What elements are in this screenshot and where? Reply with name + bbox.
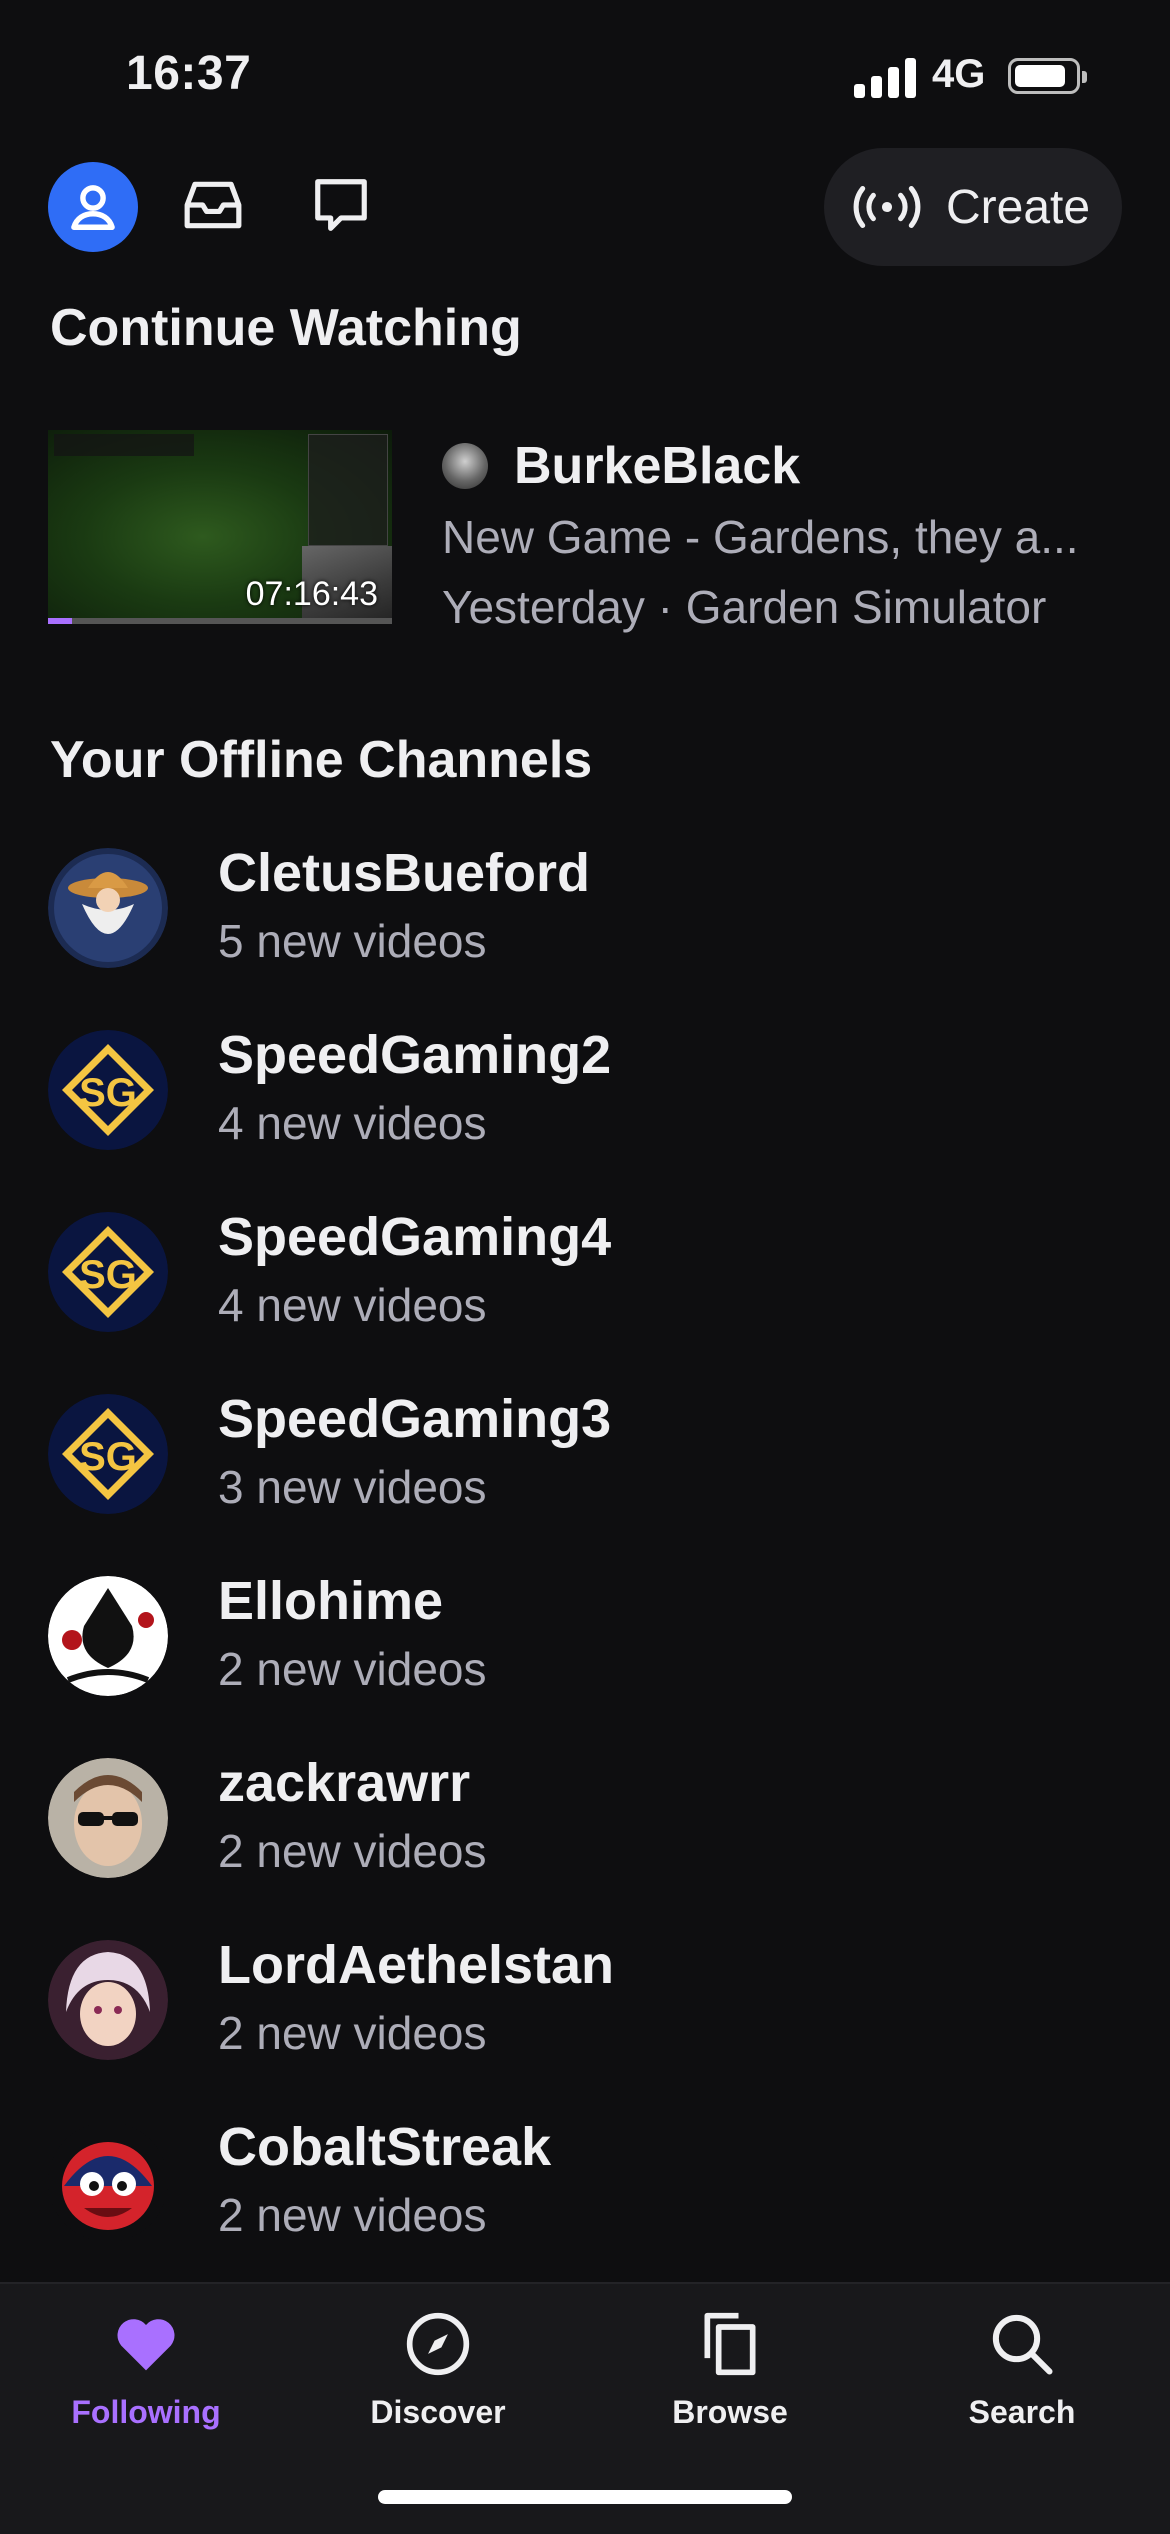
channel-subtitle: 4 new videos (218, 1279, 487, 1331)
offline-channel-list: CletusBueford 5 new videos SG SpeedGamin… (0, 840, 1170, 2296)
watch-progress-fill (48, 618, 73, 624)
svg-text:SG: SG (79, 1071, 137, 1115)
ellohime-avatar (48, 1576, 168, 1696)
game-hud-decoration (54, 434, 194, 456)
video-meta: Yesterday · Garden Simulator (442, 581, 1047, 633)
channel-name: SpeedGaming3 (218, 1389, 612, 1449)
sg-logo-avatar: SG (48, 1212, 168, 1332)
video-duration: 07:16:43 (245, 575, 378, 613)
channel-subtitle: 4 new videos (218, 1097, 487, 1149)
continue-watching-card[interactable]: 07:16:43 BurkeBlack New Game - Gardens, … (48, 430, 1148, 633)
tab-browse[interactable]: Browse (584, 2304, 876, 2464)
continue-watching-title: Continue Watching (50, 299, 522, 357)
sg-logo-avatar: SG (48, 1030, 168, 1150)
tab-label: Following (71, 2394, 221, 2430)
tab-label: Browse (672, 2394, 788, 2430)
tab-search[interactable]: Search (876, 2304, 1168, 2464)
channel-subtitle: 3 new videos (218, 1461, 487, 1513)
video-title: New Game - Gardens, they a... (442, 511, 1079, 563)
svg-text:SG: SG (79, 1253, 137, 1297)
sg-logo-avatar: SG (48, 1394, 168, 1514)
game-panel-decoration (308, 434, 388, 546)
list-item[interactable]: SG SpeedGaming3 3 new videos (0, 1386, 1170, 1568)
channel-name: SpeedGaming4 (218, 1207, 612, 1267)
inbox-icon (184, 181, 242, 229)
list-item[interactable]: SG SpeedGaming2 4 new videos (0, 1022, 1170, 1204)
channel-name: zackrawrr (218, 1753, 471, 1813)
channel-subtitle: 2 new videos (218, 1825, 487, 1877)
status-bar: 16:37 4G (0, 0, 1170, 140)
channel-subtitle: 2 new videos (218, 2007, 487, 2059)
heart-icon (106, 2304, 186, 2384)
list-item[interactable]: zackrawrr 2 new videos (0, 1750, 1170, 1932)
list-item[interactable]: SG SpeedGaming4 4 new videos (0, 1204, 1170, 1386)
channel-name: CletusBueford (218, 843, 591, 903)
battery-icon (1008, 58, 1087, 94)
tab-label: Search (968, 2394, 1076, 2430)
continue-watching-info: BurkeBlack New Game - Gardens, they a...… (442, 430, 1162, 642)
channel-name: CobaltStreak (218, 2117, 552, 2177)
watch-progress-track (48, 618, 392, 624)
channel-name[interactable]: BurkeBlack (514, 436, 800, 496)
channel-subtitle: 5 new videos (218, 915, 487, 967)
channel-name: SpeedGaming2 (218, 1025, 612, 1085)
profile-button[interactable] (48, 162, 138, 252)
channel-avatar[interactable] (442, 443, 488, 489)
channel-subtitle: 2 new videos (218, 2189, 487, 2241)
inbox-button[interactable] (178, 170, 248, 240)
svg-text:SG: SG (79, 1435, 137, 1479)
broadcast-icon (853, 186, 921, 228)
channel-name: LordAethelstan (218, 1935, 615, 1995)
tab-following[interactable]: Following (0, 2304, 292, 2464)
network-type: 4G (932, 52, 986, 96)
video-thumbnail[interactable]: 07:16:43 (48, 430, 392, 624)
list-item[interactable]: Ellohime 2 new videos (0, 1568, 1170, 1750)
cellular-signal-icon (854, 58, 916, 98)
search-icon (982, 2304, 1062, 2384)
tab-discover[interactable]: Discover (292, 2304, 584, 2464)
home-indicator[interactable] (378, 2490, 792, 2504)
user-icon (71, 185, 115, 230)
tab-label: Discover (370, 2394, 506, 2430)
channel-subtitle: 2 new videos (218, 1643, 487, 1695)
channel-name: Ellohime (218, 1571, 444, 1631)
offline-channels-title: Your Offline Channels (50, 731, 593, 789)
list-item[interactable]: CletusBueford 5 new videos (0, 840, 1170, 1022)
create-button[interactable]: Create (824, 148, 1122, 266)
top-nav: Create (0, 148, 1170, 274)
cowboy-wizard-avatar (48, 848, 168, 968)
status-time: 16:37 (126, 47, 252, 100)
list-item[interactable]: CobaltStreak 2 new videos (0, 2114, 1170, 2296)
create-label: Create (946, 180, 1091, 234)
compass-icon (398, 2304, 478, 2384)
red-creature-avatar (48, 2122, 168, 2242)
list-item[interactable]: LordAethelstan 2 new videos (0, 1932, 1170, 2114)
chat-bubble-icon (315, 179, 367, 231)
anime-character-avatar (48, 1940, 168, 2060)
whispers-button[interactable] (306, 170, 376, 240)
browse-icon (690, 2304, 770, 2384)
person-sunglasses-avatar (48, 1758, 168, 1878)
